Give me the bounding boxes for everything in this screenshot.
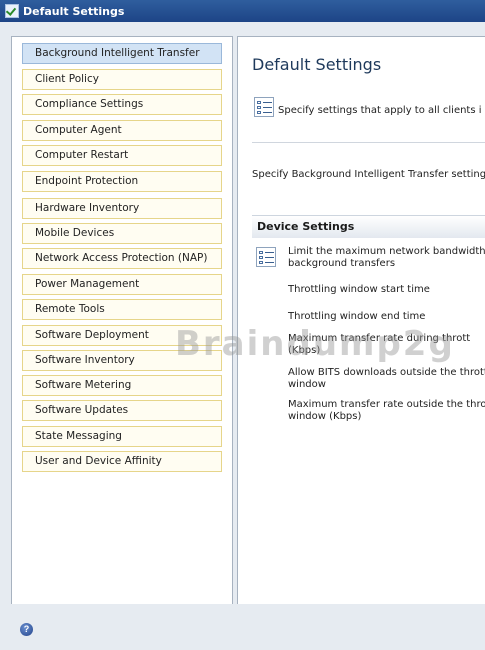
dialog-body: Background Intelligent Transfer Client P… xyxy=(0,22,485,650)
setting-label: Maximum transfer rate during thrott xyxy=(288,333,471,344)
nav-item-power-management[interactable]: Power Management xyxy=(22,274,222,295)
nav-item-state-messaging[interactable]: State Messaging xyxy=(22,426,222,447)
page-description: Specify settings that apply to all clien… xyxy=(278,105,482,116)
nav-item-software-inventory[interactable]: Software Inventory xyxy=(22,350,222,371)
device-settings-header: Device Settings xyxy=(252,215,485,238)
nav-item-mobile-devices[interactable]: Mobile Devices xyxy=(22,223,222,244)
setting-limit-bandwidth[interactable]: Limit the maximum network bandwidth fo b… xyxy=(288,246,485,270)
nav-item-software-deployment[interactable]: Software Deployment xyxy=(22,325,222,346)
nav-item-client-policy[interactable]: Client Policy xyxy=(22,69,222,90)
settings-detail-panel: Default Settings Specify settings that a… xyxy=(237,36,485,624)
settings-app-icon xyxy=(5,4,19,18)
nav-item-compliance-settings[interactable]: Compliance Settings xyxy=(22,94,222,115)
setting-allow-bits-outside-throttle[interactable]: Allow BITS downloads outside the thrott … xyxy=(288,367,485,391)
setting-max-rate-during-throttle[interactable]: Maximum transfer rate during thrott (Kbp… xyxy=(288,333,470,357)
section-intro-text: Specify Background Intelligent Transfer … xyxy=(252,169,485,180)
status-bar: ? xyxy=(0,604,485,650)
nav-item-background-intelligent-transfer[interactable]: Background Intelligent Transfer xyxy=(22,43,222,64)
setting-label: Limit the maximum network bandwidth fo xyxy=(288,246,485,257)
section-title: Device Settings xyxy=(257,220,355,233)
setting-label: Maximum transfer rate outside the thrott… xyxy=(288,399,485,410)
nav-item-software-updates[interactable]: Software Updates xyxy=(22,400,222,421)
setting-label: background transfers xyxy=(288,258,396,269)
setting-max-rate-outside-throttle[interactable]: Maximum transfer rate outside the thrott… xyxy=(288,399,485,423)
nav-item-endpoint-protection[interactable]: Endpoint Protection xyxy=(22,171,222,192)
settings-list-icon xyxy=(256,247,276,267)
nav-item-software-metering[interactable]: Software Metering xyxy=(22,375,222,396)
nav-item-computer-agent[interactable]: Computer Agent xyxy=(22,120,222,141)
nav-item-remote-tools[interactable]: Remote Tools xyxy=(22,299,222,320)
nav-item-hardware-inventory[interactable]: Hardware Inventory xyxy=(22,198,222,219)
nav-item-computer-restart[interactable]: Computer Restart xyxy=(22,145,222,166)
help-icon[interactable]: ? xyxy=(20,623,33,636)
setting-label: (Kbps) xyxy=(288,345,321,356)
setting-throttle-end[interactable]: Throttling window end time xyxy=(288,311,425,323)
nav-item-network-access-protection[interactable]: Network Access Protection (NAP) xyxy=(22,248,222,269)
setting-throttle-start[interactable]: Throttling window start time xyxy=(288,284,430,296)
setting-label: window xyxy=(288,379,326,390)
setting-label: Allow BITS downloads outside the thrott xyxy=(288,367,485,378)
setting-label: window (Kbps) xyxy=(288,411,362,422)
divider xyxy=(252,142,485,143)
settings-nav-panel: Background Intelligent Transfer Client P… xyxy=(11,36,233,624)
settings-list-icon xyxy=(254,97,274,117)
window-title: Default Settings xyxy=(23,4,125,18)
page-title: Default Settings xyxy=(252,55,382,74)
title-bar: Default Settings xyxy=(0,0,485,22)
nav-item-user-and-device-affinity[interactable]: User and Device Affinity xyxy=(22,451,222,472)
